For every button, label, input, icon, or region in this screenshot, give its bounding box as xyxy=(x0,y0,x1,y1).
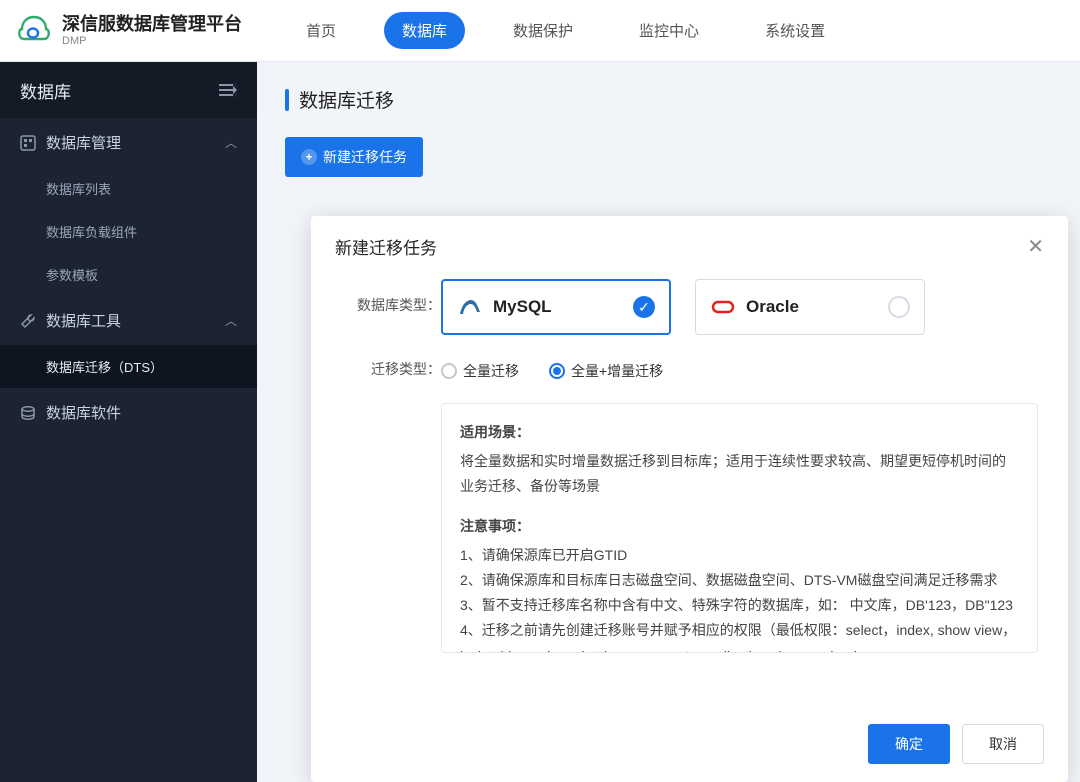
button-label: 新建迁移任务 xyxy=(323,147,407,167)
sidebar-header-title: 数据库 xyxy=(20,78,71,103)
brand-logo-icon xyxy=(16,13,52,49)
page-title: 数据库迁移 xyxy=(285,86,1052,113)
nav-home[interactable]: 首页 xyxy=(288,12,354,49)
brand-sub: DMP xyxy=(62,35,242,47)
wrench-icon xyxy=(20,313,36,329)
db-type-oracle[interactable]: Oracle ✓ xyxy=(695,279,925,335)
note-item: 3、暂不支持迁移库名称中含有中文、特殊字符的数据库，如： 中文库，DB'123，… xyxy=(460,593,1019,618)
sidebar-group-db-tools[interactable]: 数据库工具 ︿ xyxy=(0,296,257,345)
radio-icon xyxy=(441,363,457,379)
stack-icon xyxy=(20,405,36,421)
nav-settings[interactable]: 系统设置 xyxy=(747,12,843,49)
sidebar-group-db-manage[interactable]: 数据库管理 ︿ xyxy=(0,118,257,167)
nav-data-protect[interactable]: 数据保护 xyxy=(495,12,591,49)
db-type-label: 数据库类型： xyxy=(341,279,441,315)
check-icon: ✓ xyxy=(633,296,655,318)
new-migration-task-button[interactable]: + 新建迁移任务 xyxy=(285,137,423,177)
confirm-button[interactable]: 确定 xyxy=(868,724,950,764)
chevron-up-icon: ︿ xyxy=(225,134,237,151)
brand: 深信服数据库管理平台 DMP xyxy=(16,13,242,49)
sidebar-item-db-list[interactable]: 数据库列表 xyxy=(0,167,257,210)
modal-title: 新建迁移任务 xyxy=(335,234,437,259)
db-type-mysql[interactable]: MySQL ✓ xyxy=(441,279,671,335)
radio-label: 全量+增量迁移 xyxy=(571,361,663,381)
radio-full-migration[interactable]: 全量迁移 xyxy=(441,361,519,381)
db-name: Oracle xyxy=(746,297,799,317)
collapse-icon[interactable] xyxy=(219,83,237,97)
sidebar-header: 数据库 xyxy=(0,62,257,118)
note-item: 4、迁移之前请先创建迁移账号并赋予相应的权限（最低权限：select，index… xyxy=(460,618,1019,653)
new-migration-modal: 新建迁移任务 ✕ 数据库类型： MySQL ✓ Oracle xyxy=(311,216,1068,782)
top-nav: 首页 数据库 数据保护 监控中心 系统设置 xyxy=(288,12,843,49)
sidebar: 数据库 数据库管理 ︿ 数据库列表 数据库负载组件 参数模板 数据库工具 ︿ xyxy=(0,62,257,782)
sidebar-group-label: 数据库工具 xyxy=(46,310,121,331)
radio-label: 全量迁移 xyxy=(463,361,519,381)
sidebar-group-label: 数据库软件 xyxy=(46,402,121,423)
sidebar-item-dts[interactable]: 数据库迁移（DTS） xyxy=(0,345,257,388)
radio-full-incremental-migration[interactable]: 全量+增量迁移 xyxy=(549,361,663,381)
sidebar-group-db-software[interactable]: 数据库软件 xyxy=(0,388,257,437)
brand-title: 深信服数据库管理平台 xyxy=(62,14,242,36)
cancel-button[interactable]: 取消 xyxy=(962,724,1044,764)
migration-type-label: 迁移类型： xyxy=(341,357,441,379)
note-item: 2、请确保源库和目标库日志磁盘空间、数据磁盘空间、DTS-VM磁盘空间满足迁移需… xyxy=(460,568,1019,593)
sidebar-item-param-template[interactable]: 参数模板 xyxy=(0,253,257,296)
scene-title: 适用场景： xyxy=(460,420,1019,445)
note-title: 注意事项： xyxy=(460,514,1019,539)
topbar: 深信服数据库管理平台 DMP 首页 数据库 数据保护 监控中心 系统设置 xyxy=(0,0,1080,62)
migration-info-box: 适用场景： 将全量数据和实时增量数据迁移到目标库；适用于连续性要求较高、期望更短… xyxy=(441,403,1038,653)
db-name: MySQL xyxy=(493,297,552,317)
oracle-icon xyxy=(710,294,736,320)
mysql-icon xyxy=(457,294,483,320)
sidebar-group-label: 数据库管理 xyxy=(46,132,121,153)
radio-icon xyxy=(549,363,565,379)
db-manage-icon xyxy=(20,135,36,151)
sidebar-item-db-load[interactable]: 数据库负载组件 xyxy=(0,210,257,253)
nav-monitor[interactable]: 监控中心 xyxy=(621,12,717,49)
close-icon[interactable]: ✕ xyxy=(1027,234,1044,259)
note-item: 1、请确保源库已开启GTID xyxy=(460,543,1019,568)
scene-text: 将全量数据和实时增量数据迁移到目标库；适用于连续性要求较高、期望更短停机时间的业… xyxy=(460,449,1019,499)
chevron-up-icon: ︿ xyxy=(225,312,237,329)
nav-database[interactable]: 数据库 xyxy=(384,12,465,49)
check-icon: ✓ xyxy=(888,296,910,318)
plus-icon: + xyxy=(301,149,317,165)
